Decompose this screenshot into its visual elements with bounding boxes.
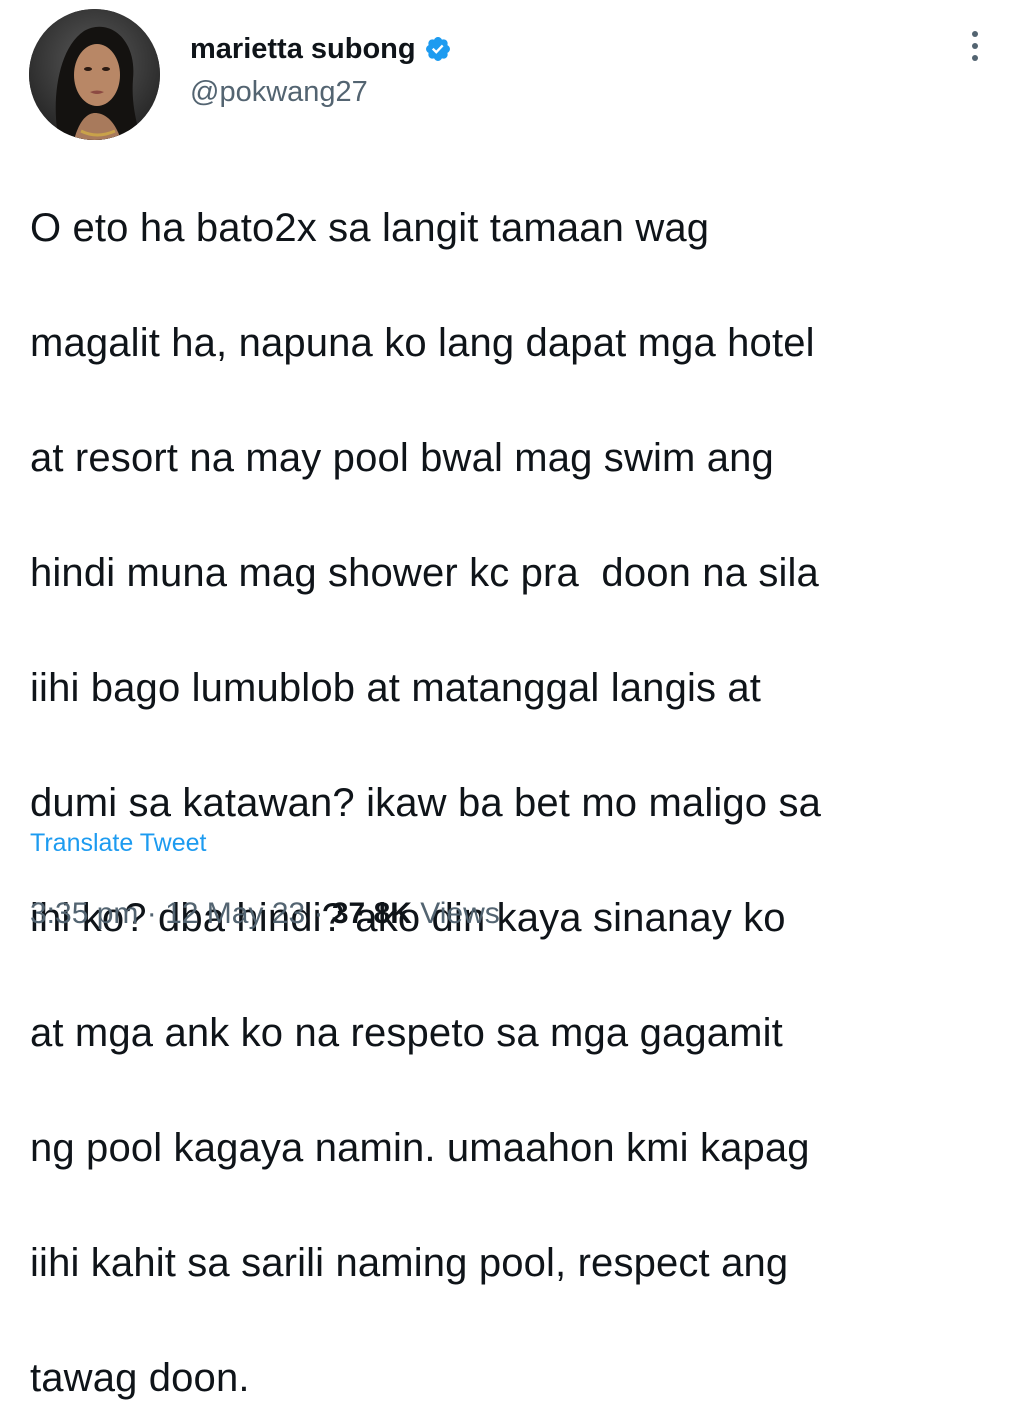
views-label: Views bbox=[420, 897, 500, 930]
meta-separator: · bbox=[313, 897, 324, 930]
tweet-line: dumi sa katawan? ikaw ba bet mo maligo s… bbox=[30, 780, 821, 825]
tweet-line: magalit ha, napuna ko lang dapat mga hot… bbox=[30, 320, 815, 365]
tweet-line: at mga ank ko na respeto sa mga gagamit bbox=[30, 1010, 783, 1055]
views-count: 37.8K bbox=[331, 897, 412, 930]
author-row: marietta subong bbox=[190, 32, 452, 66]
tweet-text: O eto ha bato2x sa langit tamaan wag mag… bbox=[30, 142, 990, 1407]
tweet-line: tawag doon. bbox=[30, 1355, 250, 1400]
tweet-line: ng pool kagaya namin. umaahon kmi kapag bbox=[30, 1125, 810, 1170]
tweet-date[interactable]: 12 May 23 bbox=[165, 897, 305, 930]
more-options-icon[interactable] bbox=[960, 26, 990, 66]
author-display-name[interactable]: marietta subong bbox=[190, 32, 416, 66]
tweet-meta: 3:35 pm · 12 May 23 · 37.8K Views bbox=[30, 894, 500, 934]
translate-tweet-link[interactable]: Translate Tweet bbox=[30, 826, 206, 860]
avatar-photo bbox=[29, 9, 160, 140]
verified-badge-icon bbox=[424, 35, 452, 63]
tweet-line: iihi kahit sa sarili naming pool, respec… bbox=[30, 1240, 789, 1285]
author-handle[interactable]: @pokwang27 bbox=[190, 75, 368, 109]
tweet-time[interactable]: 3:35 pm bbox=[30, 897, 138, 930]
tweet-card: marietta subong @pokwang27 O eto ha bato… bbox=[0, 0, 1024, 1400]
tweet-line: O eto ha bato2x sa langit tamaan wag bbox=[30, 205, 710, 250]
meta-separator: · bbox=[146, 897, 157, 930]
avatar[interactable] bbox=[29, 9, 160, 140]
tweet-line: iihi bago lumublob at matanggal langis a… bbox=[30, 665, 762, 710]
tweet-line: hindi muna mag shower kc pra doon na sil… bbox=[30, 550, 819, 595]
tweet-line: at resort na may pool bwal mag swim ang bbox=[30, 435, 774, 480]
